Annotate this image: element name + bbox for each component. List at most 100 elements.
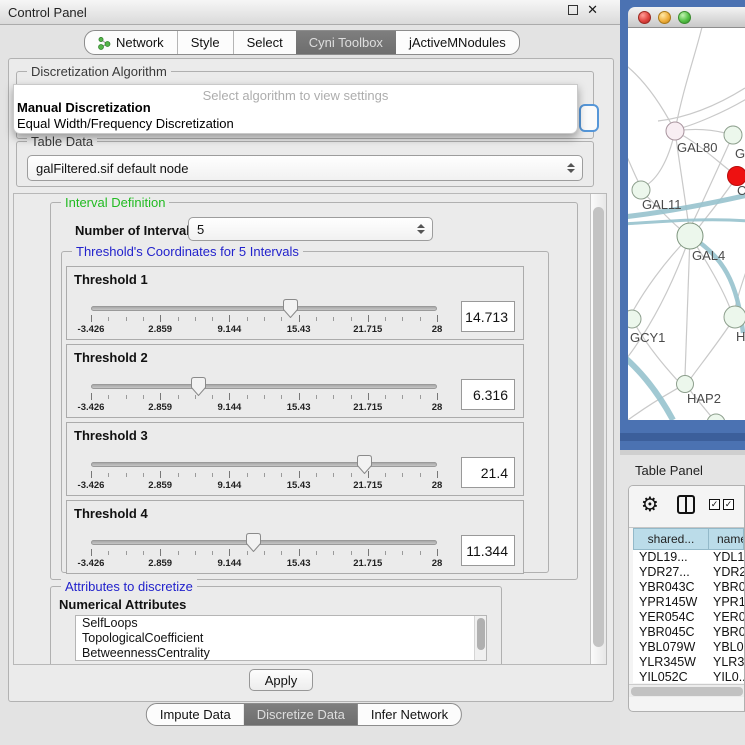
threshold-2-box: Threshold 2 -3.4262.8599.14415.4321.7152…: [66, 344, 524, 418]
table-cell-shared-name[interactable]: YPR145W: [633, 595, 709, 610]
table-row[interactable]: YER054CYER0...: [633, 610, 744, 625]
table-cell-shared-name[interactable]: YBR045C: [633, 625, 709, 640]
threshold-1-slider[interactable]: -3.4262.8599.14415.4321.71528: [91, 303, 437, 339]
slider-scale-label: -3.426: [78, 402, 105, 413]
table-cell-name[interactable]: YIL0...: [709, 670, 744, 683]
attribute-list-item[interactable]: BetweennessCentrality: [76, 646, 474, 661]
node-label: H: [736, 329, 745, 344]
table-row[interactable]: YIL052CYIL0...: [633, 670, 744, 683]
attribute-list-item[interactable]: SelfLoops: [76, 616, 474, 631]
network-view-window: GAL80GACGAL11GAL4GCY1HHAP2: [620, 0, 745, 450]
threshold-4-slider[interactable]: -3.4262.8599.14415.4321.71528: [91, 537, 437, 573]
table-cell-name[interactable]: YLR3...: [709, 655, 744, 670]
network-node[interactable]: [677, 376, 694, 393]
scrollbar-thumb[interactable]: [593, 207, 604, 647]
table-row[interactable]: YBL079WYBL0...: [633, 640, 744, 655]
list-scrollbar[interactable]: [474, 616, 486, 660]
threshold-1-value-field[interactable]: 14.713: [461, 301, 515, 332]
numerical-attributes-list[interactable]: SelfLoopsTopologicalCoefficientBetweenne…: [75, 615, 487, 661]
settings-scroll-panel: Interval Definition Number of Intervals …: [13, 193, 607, 665]
tab-network-label: Network: [116, 35, 164, 50]
minimize-traffic-light[interactable]: [658, 11, 671, 24]
algorithm-combo-focus-ring[interactable]: [579, 104, 599, 132]
table-row[interactable]: YBR045CYBR0...: [633, 625, 744, 640]
tab-cyni-toolbox[interactable]: Cyni Toolbox: [296, 31, 396, 54]
table-cell-name[interactable]: YPR1...: [709, 595, 744, 610]
table-horizontal-scrollbar[interactable]: [629, 684, 744, 697]
table-cell-shared-name[interactable]: YBR043C: [633, 580, 709, 595]
gear-icon[interactable]: ⚙: [641, 494, 659, 516]
table-cell-name[interactable]: YBR0...: [709, 580, 744, 595]
table-cell-shared-name[interactable]: YER054C: [633, 610, 709, 625]
table-row[interactable]: YLR345WYLR3...: [633, 655, 744, 670]
network-node[interactable]: [724, 126, 742, 144]
table-row[interactable]: YBR043CYBR0...: [633, 580, 744, 595]
network-node[interactable]: [724, 306, 745, 328]
close-traffic-light[interactable]: [638, 11, 651, 24]
tab-discretize-data[interactable]: Discretize Data: [244, 704, 358, 725]
threshold-3-box: Threshold 3 -3.4262.8599.14415.4321.7152…: [66, 422, 524, 496]
number-of-intervals-label: Number of Intervals: [75, 223, 197, 238]
threshold-1-box: Threshold 1 -3.4262.8599.14415.4321.7152…: [66, 266, 524, 340]
table-panel: Table Panel ⚙ ✓ ✓ shared... name YDL19..…: [620, 455, 745, 745]
table-data-combo[interactable]: galFiltered.sif default node: [27, 155, 583, 181]
network-canvas[interactable]: GAL80GACGAL11GAL4GCY1HHAP2: [628, 28, 745, 420]
checkbox-icon[interactable]: ✓: [723, 499, 734, 510]
columns-icon[interactable]: [677, 495, 695, 514]
threshold-2-value-field[interactable]: 6.316: [461, 379, 515, 410]
threshold-3-value-field[interactable]: 21.4: [461, 457, 515, 488]
network-node[interactable]: [666, 122, 684, 140]
slider-scale-label: 2.859: [148, 480, 172, 491]
tab-select[interactable]: Select: [234, 31, 296, 54]
close-icon[interactable]: ✕: [587, 5, 598, 15]
tab-impute-data[interactable]: Impute Data: [147, 704, 244, 725]
float-window-icon[interactable]: [568, 5, 578, 15]
algorithm-option-equal-width-frequency[interactable]: Equal Width/Frequency Discretization: [14, 116, 577, 132]
table-cell-name[interactable]: YDR2...: [709, 565, 744, 580]
table-row[interactable]: YDR27...YDR2...: [633, 565, 744, 580]
number-of-intervals-combo[interactable]: 5: [188, 217, 433, 241]
table-cell-shared-name[interactable]: YBL079W: [633, 640, 709, 655]
panel-title: Control Panel: [8, 5, 87, 20]
slider-scale-label: 2.859: [148, 402, 172, 413]
slider-scale-label: -3.426: [78, 324, 105, 335]
threshold-3-slider[interactable]: -3.4262.8599.14415.4321.71528: [91, 459, 437, 495]
attribute-list-item[interactable]: TopologicalCoefficient: [76, 631, 474, 646]
threshold-2-slider[interactable]: -3.4262.8599.14415.4321.71528: [91, 381, 437, 417]
slider-track[interactable]: [91, 384, 437, 389]
checkbox-icon[interactable]: ✓: [709, 499, 720, 510]
column-header-shared-name[interactable]: shared...: [633, 528, 709, 550]
slider-scale-label: 15.43: [287, 324, 311, 335]
tab-style[interactable]: Style: [178, 31, 234, 54]
network-window-titlebar[interactable]: [628, 7, 745, 28]
apply-button[interactable]: Apply: [249, 669, 313, 691]
network-node[interactable]: [677, 223, 703, 249]
scrollbar-thumb[interactable]: [631, 687, 743, 696]
table-cell-shared-name[interactable]: YDL19...: [633, 550, 709, 565]
table-cell-shared-name[interactable]: YIL052C: [633, 670, 709, 683]
node-table-body[interactable]: YDL19...YDL1...YDR27...YDR2...YBR043CYBR…: [633, 550, 744, 683]
table-cell-shared-name[interactable]: YLR345W: [633, 655, 709, 670]
table-cell-shared-name[interactable]: YDR27...: [633, 565, 709, 580]
slider-track[interactable]: [91, 462, 437, 467]
slider-scale-label: 15.43: [287, 402, 311, 413]
zoom-traffic-light[interactable]: [678, 11, 691, 24]
settings-vertical-scrollbar[interactable]: [590, 194, 606, 664]
table-cell-name[interactable]: YBL0...: [709, 640, 744, 655]
threshold-4-value-field[interactable]: 11.344: [461, 535, 515, 566]
column-header-name[interactable]: name: [709, 528, 744, 550]
table-cell-name[interactable]: YER0...: [709, 610, 744, 625]
tab-network[interactable]: Network: [85, 31, 178, 54]
tab-infer-network[interactable]: Infer Network: [358, 704, 461, 725]
table-row[interactable]: YPR145WYPR1...: [633, 595, 744, 610]
slider-track[interactable]: [91, 306, 437, 311]
table-row[interactable]: YDL19...YDL1...: [633, 550, 744, 565]
node-label: GA: [735, 146, 745, 161]
node-label: GAL80: [677, 140, 717, 155]
table-cell-name[interactable]: YBR0...: [709, 625, 744, 640]
network-node[interactable]: [628, 310, 641, 328]
tab-jactivemnodules[interactable]: jActiveMNodules: [396, 31, 519, 54]
slider-track[interactable]: [91, 540, 437, 545]
slider-scale-label: 9.144: [218, 480, 242, 491]
table-cell-name[interactable]: YDL1...: [709, 550, 744, 565]
